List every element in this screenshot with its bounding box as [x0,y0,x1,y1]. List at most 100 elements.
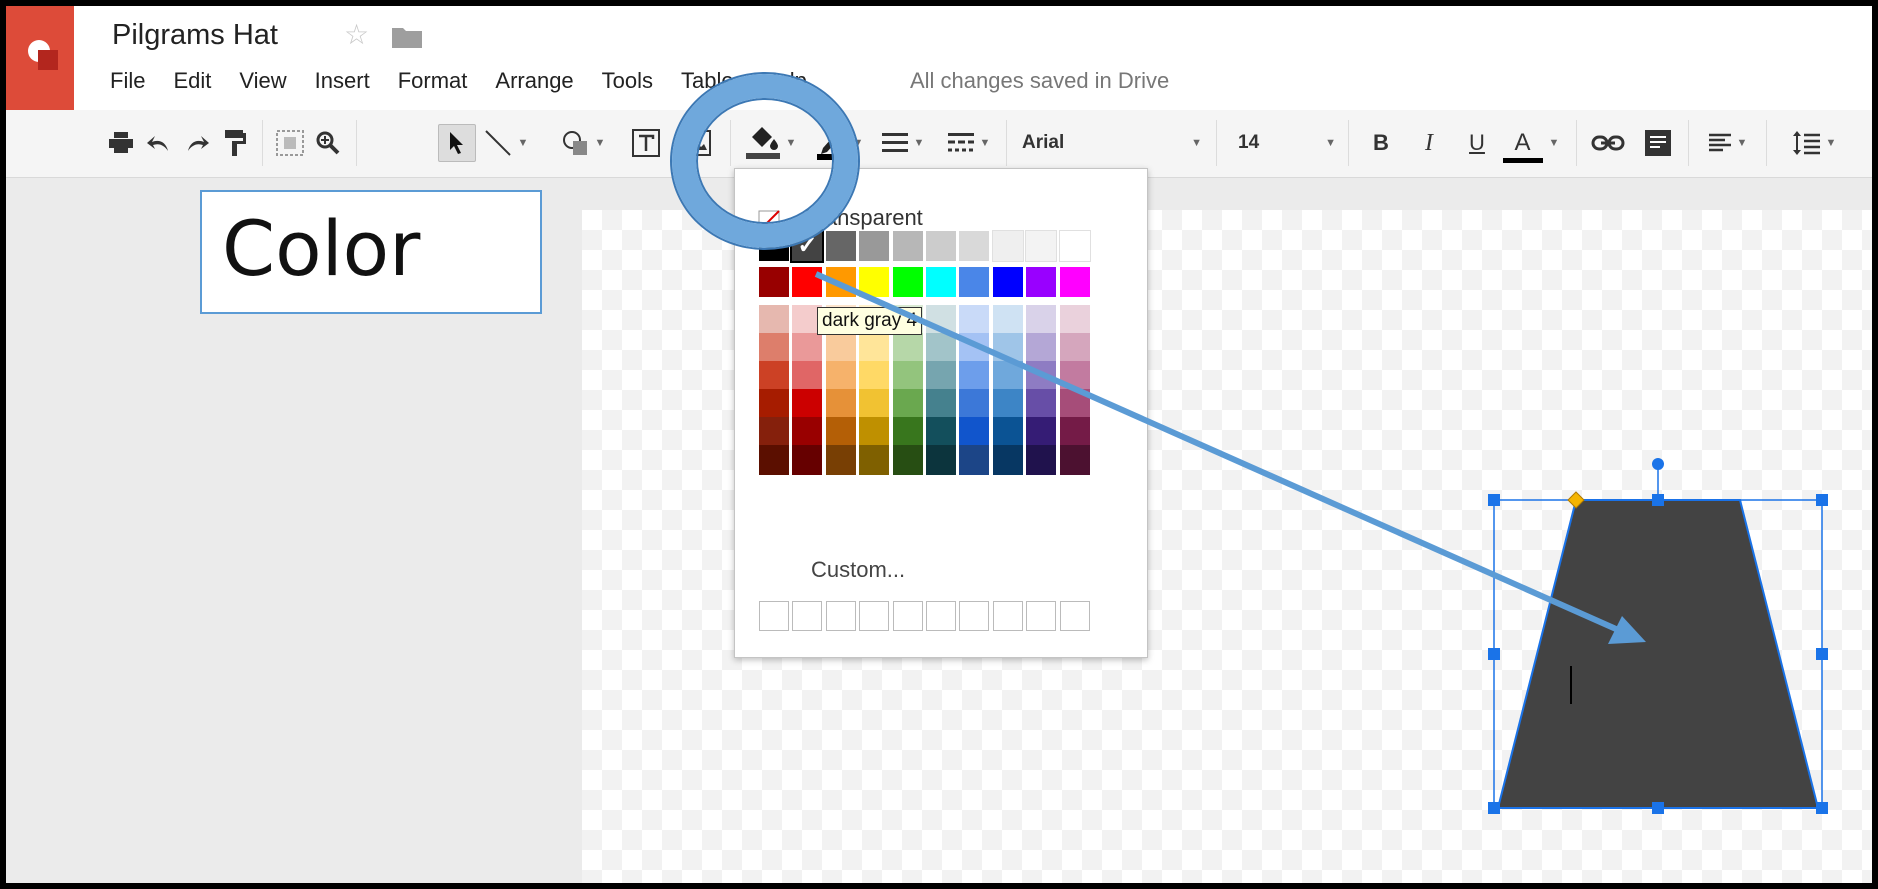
color-swatch[interactable] [959,231,990,261]
custom-color-button[interactable]: Custom... [811,557,905,583]
color-swatch[interactable] [792,417,823,447]
custom-color-slot[interactable] [759,601,789,631]
color-swatch[interactable] [926,389,956,419]
color-swatch[interactable] [759,267,789,297]
shape-tool-icon[interactable]: ▼ [556,124,610,162]
color-swatch[interactable] [892,361,923,391]
text-color-button[interactable]: A ▼ [1500,124,1562,163]
line-dash-icon[interactable]: ▼ [942,124,996,162]
color-swatch[interactable] [992,445,1023,475]
italic-button[interactable]: I [1414,124,1444,162]
star-icon[interactable]: ☆ [344,18,369,51]
color-swatch[interactable] [825,267,856,297]
folder-icon[interactable] [392,26,422,48]
color-swatch[interactable] [926,231,956,261]
color-swatch[interactable] [792,333,823,363]
custom-color-slot[interactable] [959,601,990,631]
color-swatch[interactable] [1059,361,1090,391]
color-swatch[interactable] [759,445,789,475]
color-swatch[interactable] [1026,333,1057,363]
rotate-handle[interactable] [1652,458,1664,470]
bold-button[interactable]: B [1366,124,1396,162]
paint-format-icon[interactable] [220,124,250,162]
color-swatch[interactable] [992,361,1023,391]
link-icon[interactable] [1588,124,1628,162]
print-icon[interactable] [106,124,136,162]
zoom-icon[interactable] [312,124,344,162]
font-size-select[interactable]: 14 ▼ [1238,124,1336,162]
resize-handle-top-left[interactable] [1488,494,1500,506]
color-swatch[interactable] [926,417,956,447]
color-swatch[interactable] [959,333,990,363]
color-swatch[interactable] [1058,230,1091,262]
color-swatch[interactable] [1026,361,1057,391]
text-box-icon[interactable] [628,124,664,162]
custom-color-slot[interactable] [1059,601,1090,631]
resize-handle-right[interactable] [1816,648,1828,660]
line-spacing-icon[interactable]: ▼ [1786,124,1842,162]
color-swatch[interactable] [759,389,789,419]
menu-insert[interactable]: Insert [315,68,370,94]
color-swatch[interactable] [959,305,990,335]
underline-button[interactable]: U [1462,124,1492,162]
color-swatch[interactable] [1059,389,1090,419]
menu-format[interactable]: Format [398,68,468,94]
menu-arrange[interactable]: Arrange [495,68,573,94]
color-swatch[interactable] [959,267,990,297]
color-swatch[interactable] [825,361,856,391]
comment-icon[interactable] [1642,124,1674,162]
line-weight-icon[interactable]: ▼ [878,124,928,162]
color-swatch[interactable] [759,333,789,363]
color-swatch[interactable] [992,267,1023,297]
color-swatch[interactable] [759,361,789,391]
color-swatch[interactable] [892,417,923,447]
color-swatch[interactable] [859,417,890,447]
custom-color-slot[interactable] [992,601,1023,631]
color-swatch[interactable] [825,389,856,419]
custom-color-slot[interactable] [926,601,956,631]
color-swatch[interactable] [992,417,1023,447]
color-swatch[interactable] [959,417,990,447]
color-swatch[interactable] [1026,389,1057,419]
color-swatch[interactable] [892,333,923,363]
color-swatch[interactable] [892,231,923,261]
color-swatch[interactable] [1059,333,1090,363]
color-swatch[interactable] [959,445,990,475]
fit-icon[interactable] [272,124,308,162]
color-swatch[interactable] [792,361,823,391]
undo-icon[interactable] [144,124,174,162]
resize-handle-top-right[interactable] [1816,494,1828,506]
color-swatch[interactable] [926,445,956,475]
color-swatch[interactable] [859,389,890,419]
color-swatch[interactable] [1026,417,1057,447]
select-tool-icon[interactable] [438,124,476,162]
color-swatch[interactable] [892,445,923,475]
custom-color-slot[interactable] [825,601,856,631]
custom-color-slot[interactable] [859,601,890,631]
color-swatch[interactable] [959,389,990,419]
color-swatch[interactable] [825,333,856,363]
color-swatch[interactable] [825,445,856,475]
custom-color-slot[interactable] [792,601,823,631]
resize-handle-bottom-right[interactable] [1816,802,1828,814]
color-swatch[interactable] [859,445,890,475]
color-swatch[interactable] [792,445,823,475]
font-family-select[interactable]: Arial ▼ [1022,124,1202,162]
color-swatch[interactable] [859,231,890,261]
color-swatch[interactable] [1059,417,1090,447]
resize-handle-top[interactable] [1652,494,1664,506]
color-swatch[interactable] [1059,267,1090,297]
color-swatch[interactable] [825,417,856,447]
color-swatch[interactable] [926,333,956,363]
menu-tools[interactable]: Tools [602,68,653,94]
redo-icon[interactable] [182,124,212,162]
color-swatch[interactable] [859,267,890,297]
color-swatch[interactable] [926,305,956,335]
color-swatch[interactable] [759,417,789,447]
color-swatch[interactable] [992,389,1023,419]
color-swatch[interactable] [992,305,1023,335]
color-swatch[interactable] [1026,305,1057,335]
line-tool-icon[interactable]: ▼ [482,124,530,162]
color-swatch[interactable] [991,230,1024,262]
color-swatch[interactable] [926,267,956,297]
